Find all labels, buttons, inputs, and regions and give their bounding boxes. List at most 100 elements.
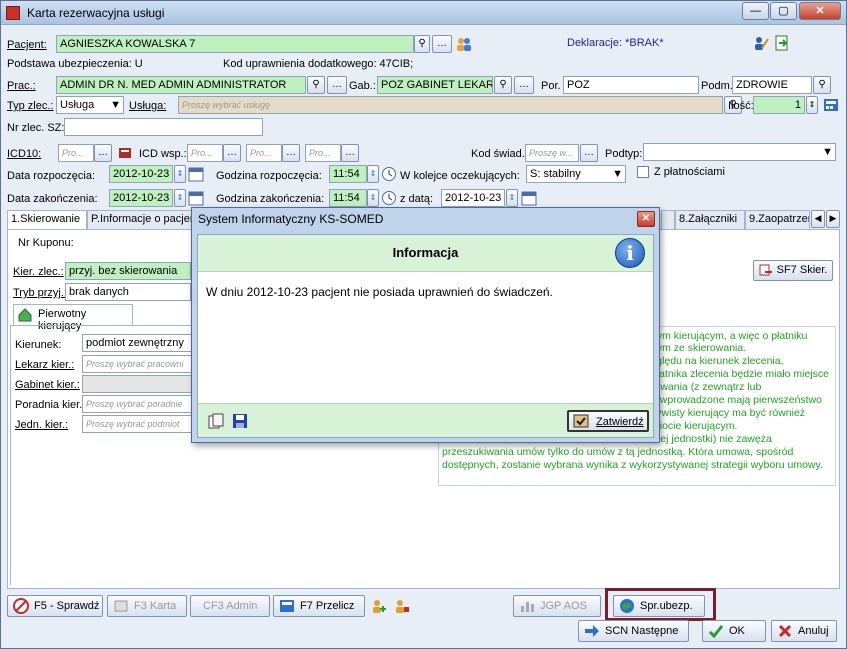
end-date-field[interactable]: 2012-10-23 xyxy=(109,189,173,207)
scn-next-button[interactable]: SCN Następne xyxy=(578,620,689,642)
tab-zaopatrzenie[interactable]: 9.Zaopatrzen xyxy=(745,210,810,229)
icd-wsp-field-2[interactable]: Pro... xyxy=(246,144,282,162)
end-time-spinner[interactable]: ⇕ xyxy=(367,189,379,207)
gab-lookup-button[interactable]: ⚲ xyxy=(494,76,512,94)
calendar-icon[interactable] xyxy=(188,190,204,206)
ok-button[interactable]: OK xyxy=(702,620,766,642)
start-time-field[interactable]: 11:54 xyxy=(329,165,367,183)
kod-swiad-field[interactable]: Proszę w... xyxy=(525,144,579,162)
poradnia-field[interactable]: Proszę wybrać poradnie xyxy=(82,395,192,413)
edit-user-icon[interactable] xyxy=(753,35,769,51)
queue-select[interactable]: S: stabilny ▼ xyxy=(526,165,626,183)
cancel-label: Anuluj xyxy=(798,625,829,637)
close-window-button[interactable]: ✕ xyxy=(799,2,841,20)
maximize-button[interactable]: ▢ xyxy=(770,2,797,20)
podm-label: Podm. xyxy=(701,80,733,92)
f5-check-button[interactable]: F5 - Sprawdź xyxy=(7,595,103,617)
gab-label: Gab.: xyxy=(349,80,376,92)
tab-informacje[interactable]: P.Informacje o pacjencie xyxy=(87,210,193,229)
icd-wsp-field-1[interactable]: Pro... xyxy=(187,144,223,162)
cf3-label: CF3 Admin xyxy=(203,600,258,612)
staff-lookup-button[interactable]: ⚲ xyxy=(307,76,325,94)
icd-wsp-field-3[interactable]: Pro... xyxy=(305,144,341,162)
clock-icon[interactable] xyxy=(381,166,397,182)
start-time-spinner[interactable]: ⇕ xyxy=(367,165,379,183)
f3-card-button[interactable]: F3 Karta xyxy=(107,595,187,617)
end-time-field[interactable]: 11:54 xyxy=(329,189,367,207)
qty-field[interactable]: 1 xyxy=(753,96,805,114)
tab-zalaczniki[interactable]: 8.Załączniki xyxy=(675,210,745,229)
cancel-button[interactable]: Anuluj xyxy=(771,620,837,642)
dialog-close-button[interactable]: ✕ xyxy=(637,211,655,227)
staff-more-button[interactable]: … xyxy=(327,76,347,94)
confirm-button[interactable]: Zatwierdź xyxy=(567,410,649,432)
kierunek-field[interactable]: podmiot zewnętrzny xyxy=(82,334,192,352)
card-icon xyxy=(113,598,129,614)
add-person-icon[interactable] xyxy=(371,598,387,614)
gabinet-field[interactable] xyxy=(82,375,192,393)
end-date-spinner[interactable]: ⇕ xyxy=(174,189,186,207)
book-icon[interactable] xyxy=(117,145,133,161)
calendar-icon[interactable] xyxy=(521,190,537,206)
x-icon xyxy=(777,623,793,639)
globe-icon xyxy=(619,598,635,614)
start-date-spinner[interactable]: ⇕ xyxy=(174,165,186,183)
minimize-button[interactable]: — xyxy=(742,2,769,20)
save-icon[interactable] xyxy=(232,413,248,429)
subtab-primary-referrer[interactable]: Pierwotny kierujący xyxy=(13,304,133,332)
person-settings-icon[interactable] xyxy=(394,598,410,614)
start-date-field[interactable]: 2012-10-23 xyxy=(109,165,173,183)
f3-label: F3 Karta xyxy=(134,600,177,612)
icd-wsp-more-1[interactable]: … xyxy=(223,144,241,162)
icd10-field[interactable]: Pro... xyxy=(58,144,94,162)
cf3-admin-button[interactable]: CF3 Admin xyxy=(190,595,270,617)
order-type-select[interactable]: Usługa ▼ xyxy=(56,96,124,114)
f7-recalculate-button[interactable]: F7 Przelicz xyxy=(273,595,365,617)
podm-field[interactable]: ZDROWIE xyxy=(732,76,812,94)
icd-wsp-more-3[interactable]: … xyxy=(341,144,359,162)
icd10-more-button[interactable]: … xyxy=(94,144,112,162)
check-insurance-button[interactable]: Spr.ubezp. xyxy=(613,595,705,617)
staff-field[interactable]: ADMIN DR N. MED ADMIN ADMINISTRATOR xyxy=(56,76,306,94)
calculator-icon[interactable] xyxy=(823,97,839,113)
tryb-field[interactable]: brak danych xyxy=(65,283,191,301)
from-date-spinner[interactable]: ⇕ xyxy=(506,189,518,207)
tab-skierowanie[interactable]: 1.Skierowanie xyxy=(7,210,87,230)
people-icon[interactable] xyxy=(456,36,472,52)
qty-spinner[interactable]: ⇕ xyxy=(806,96,818,114)
por-field[interactable]: POZ xyxy=(563,76,699,94)
kod-swiad-more-button[interactable]: … xyxy=(580,144,598,162)
with-payments-checkbox[interactable] xyxy=(637,166,649,178)
lekarz-field[interactable]: Proszę wybrać pracowni xyxy=(82,355,192,373)
calendar-icon[interactable] xyxy=(188,166,204,182)
jgp-aos-button[interactable]: JGP AOS xyxy=(513,595,601,617)
kierunek-label: Kierunek: xyxy=(15,339,62,351)
sf7-referral-button[interactable]: SF7 Skier. xyxy=(753,260,833,281)
patient-lookup-button[interactable]: ⚲ xyxy=(414,35,430,53)
end-time-label: Godzina zakończenia: xyxy=(216,193,325,205)
patient-field[interactable]: AGNIESZKA KOWALSKA 7 xyxy=(56,35,414,53)
kod-swiad-label: Kod świad. xyxy=(471,148,525,160)
gab-more-button[interactable]: … xyxy=(514,76,534,94)
tab-scroll-right[interactable]: ▶ xyxy=(826,210,840,228)
kier-field[interactable]: przyj. bez skierowania xyxy=(65,262,191,280)
clock-icon[interactable] xyxy=(381,190,397,206)
gab-field[interactable]: POZ GABINET LEKARZ xyxy=(377,76,493,94)
with-payments-label: Z płatnościami xyxy=(654,166,725,178)
podtyp-select[interactable]: ▼ xyxy=(643,143,836,161)
document-export-icon[interactable] xyxy=(774,35,790,51)
order-number-field[interactable] xyxy=(64,118,263,136)
podm-lookup-button[interactable]: ⚲ xyxy=(813,76,831,94)
from-date-field[interactable]: 2012-10-23 xyxy=(441,189,505,207)
tab-hidden-edge[interactable] xyxy=(661,210,675,229)
icd-wsp-more-2[interactable]: … xyxy=(282,144,300,162)
dialog-footer: Zatwierdź xyxy=(198,403,653,437)
queue-value: S: stabilny xyxy=(530,168,581,180)
calculator-icon xyxy=(279,598,295,614)
copy-icon[interactable] xyxy=(208,413,224,429)
jedn-field[interactable]: Proszę wybrać podmiot xyxy=(82,415,192,433)
patient-more-button[interactable]: … xyxy=(432,35,452,53)
tab-scroll-left[interactable]: ◀ xyxy=(811,210,825,228)
help-line-9: rnej jednostki) nie zawęża xyxy=(651,433,772,445)
service-field[interactable]: Proszę wybrać usługę xyxy=(178,96,723,114)
